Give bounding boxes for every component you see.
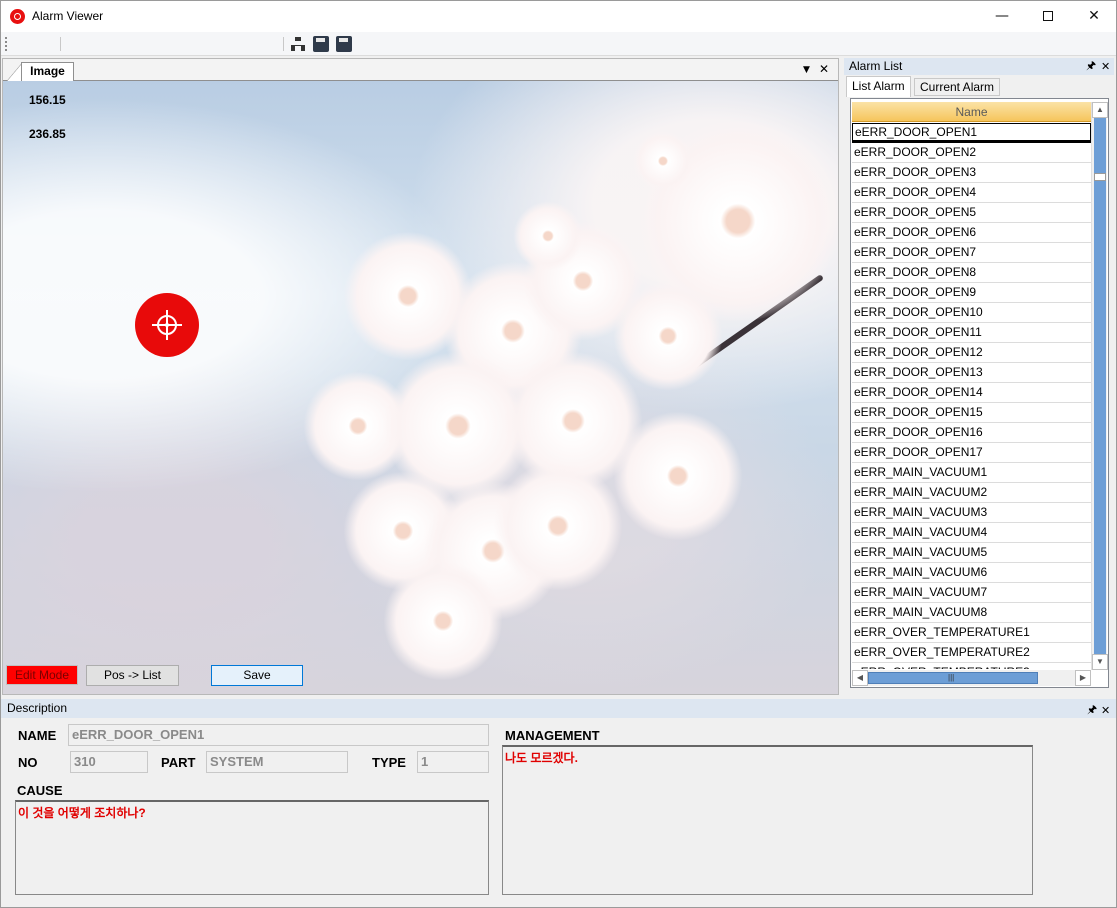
image-panel: Image ▼ ✕ 156.15 236.85 Edit Mode Pos ->…: [2, 58, 839, 695]
close-icon[interactable]: ✕: [1101, 58, 1110, 75]
crosshair-target-icon[interactable]: [135, 293, 199, 357]
pin-icon[interactable]: 🖈: [1087, 701, 1097, 720]
pin-icon[interactable]: 🖈: [1086, 58, 1096, 75]
image-tabstrip: Image ▼ ✕: [3, 59, 838, 81]
list-item[interactable]: eERR_OVER_TEMPERATURE3: [852, 663, 1091, 669]
list-item[interactable]: eERR_MAIN_VACUUM7: [852, 583, 1091, 603]
toolbar-separator: [283, 37, 284, 51]
description-header: Description 🖈 ✕: [1, 699, 1116, 718]
list-item[interactable]: eERR_MAIN_VACUUM3: [852, 503, 1091, 523]
toolbar-grip[interactable]: [5, 37, 7, 51]
panel-title: Alarm List: [849, 59, 903, 73]
coord-x-readout: 156.15: [29, 93, 66, 107]
maximize-button[interactable]: [1025, 1, 1071, 32]
alarm-rows: eERR_DOOR_OPEN1 eERR_DOOR_OPEN2 eERR_DOOR_…: [852, 123, 1091, 669]
list-item[interactable]: eERR_DOOR_OPEN5: [852, 203, 1091, 223]
part-field[interactable]: SYSTEM: [206, 751, 348, 773]
list-item[interactable]: eERR_DOOR_OPEN2: [852, 143, 1091, 163]
scroll-left-icon[interactable]: ◀: [852, 670, 868, 686]
cause-textarea[interactable]: 이 것을 어떻게 조치하나?: [15, 800, 489, 895]
close-icon[interactable]: ✕: [819, 62, 829, 76]
description-panel: Description 🖈 ✕ NAME eERR_DOOR_OPEN1 NO …: [1, 699, 1116, 907]
horizontal-scrollbar[interactable]: ◀ ||| ▶: [852, 670, 1091, 686]
list-item[interactable]: eERR_DOOR_OPEN7: [852, 243, 1091, 263]
list-item[interactable]: eERR_OVER_TEMPERATURE1: [852, 623, 1091, 643]
list-item[interactable]: eERR_MAIN_VACUUM6: [852, 563, 1091, 583]
edit-mode-button[interactable]: Edit Mode: [6, 665, 78, 685]
vertical-scrollbar[interactable]: ▲ ▼: [1091, 102, 1108, 670]
list-item[interactable]: eERR_DOOR_OPEN1: [852, 123, 1091, 143]
tab-list-alarm[interactable]: List Alarm: [846, 76, 911, 97]
toolbar-separator: [60, 37, 61, 51]
list-item[interactable]: eERR_DOOR_OPEN9: [852, 283, 1091, 303]
list-item[interactable]: eERR_MAIN_VACUUM8: [852, 603, 1091, 623]
list-item[interactable]: eERR_DOOR_OPEN13: [852, 363, 1091, 383]
alarm-list-header: Alarm List 🖈 ✕: [844, 58, 1114, 75]
load-device-icon[interactable]: [336, 36, 352, 52]
tab-image[interactable]: Image: [21, 62, 74, 81]
maximize-icon: [1043, 11, 1053, 21]
network-icon[interactable]: [290, 36, 306, 52]
alarm-list: Name eERR_DOOR_OPEN1 eERR_DOOR_OPEN2 eERR_…: [850, 98, 1109, 688]
list-item[interactable]: eERR_DOOR_OPEN15: [852, 403, 1091, 423]
list-item[interactable]: eERR_OVER_TEMPERATURE2: [852, 643, 1091, 663]
list-item[interactable]: eERR_DOOR_OPEN17: [852, 443, 1091, 463]
scroll-up-icon[interactable]: ▲: [1092, 102, 1108, 118]
chevron-down-icon[interactable]: ▼: [803, 65, 810, 75]
save-device-icon[interactable]: [313, 36, 329, 52]
name-field[interactable]: eERR_DOOR_OPEN1: [68, 724, 489, 746]
panel-title: Description: [7, 701, 68, 715]
cherry-blossom-image[interactable]: 156.15 236.85: [3, 81, 838, 694]
list-item[interactable]: eERR_DOOR_OPEN3: [852, 163, 1091, 183]
no-field[interactable]: 310: [70, 751, 148, 773]
list-item[interactable]: eERR_MAIN_VACUUM5: [852, 543, 1091, 563]
close-icon[interactable]: ✕: [1101, 701, 1110, 720]
minimize-button[interactable]: —: [979, 1, 1025, 32]
type-field[interactable]: 1: [417, 751, 489, 773]
list-item[interactable]: eERR_DOOR_OPEN12: [852, 343, 1091, 363]
scroll-thumb[interactable]: [1094, 173, 1106, 181]
save-button[interactable]: Save: [211, 665, 303, 686]
list-item[interactable]: eERR_MAIN_VACUUM1: [852, 463, 1091, 483]
alarm-tabs: List Alarm Current Alarm: [844, 76, 1114, 97]
management-label: MANAGEMENT: [505, 728, 600, 743]
list-item[interactable]: eERR_DOOR_OPEN8: [852, 263, 1091, 283]
title-bar: Alarm Viewer — ✕: [1, 1, 1116, 32]
list-item[interactable]: eERR_DOOR_OPEN6: [852, 223, 1091, 243]
alarm-list-panel: Alarm List 🖈 ✕ List Alarm Current Alarm …: [844, 58, 1114, 695]
part-label: PART: [161, 755, 196, 770]
type-label: TYPE: [372, 755, 406, 770]
window-title: Alarm Viewer: [32, 9, 104, 23]
list-item[interactable]: eERR_DOOR_OPEN4: [852, 183, 1091, 203]
list-item[interactable]: eERR_DOOR_OPEN16: [852, 423, 1091, 443]
toolbar: [1, 32, 1116, 56]
management-textarea[interactable]: 나도 모르겠다.: [502, 745, 1033, 895]
scroll-right-icon[interactable]: ▶: [1075, 670, 1091, 686]
column-header-name[interactable]: Name: [852, 102, 1091, 122]
list-item[interactable]: eERR_MAIN_VACUUM4: [852, 523, 1091, 543]
cause-label: CAUSE: [17, 783, 63, 798]
tab-current-alarm[interactable]: Current Alarm: [914, 78, 1001, 96]
name-label: NAME: [18, 728, 57, 743]
pos-to-list-button[interactable]: Pos -> List: [86, 665, 179, 686]
list-item[interactable]: eERR_DOOR_OPEN14: [852, 383, 1091, 403]
no-label: NO: [18, 755, 38, 770]
list-item[interactable]: eERR_DOOR_OPEN11: [852, 323, 1091, 343]
close-button[interactable]: ✕: [1071, 1, 1117, 32]
coord-y-readout: 236.85: [29, 127, 66, 141]
app-window: Alarm Viewer — ✕ Image ▼ ✕ 156.15 236.85…: [0, 0, 1117, 908]
list-item[interactable]: eERR_MAIN_VACUUM2: [852, 483, 1091, 503]
scroll-down-icon[interactable]: ▼: [1092, 654, 1108, 670]
app-alarm-icon: [10, 9, 25, 24]
list-item[interactable]: eERR_DOOR_OPEN10: [852, 303, 1091, 323]
